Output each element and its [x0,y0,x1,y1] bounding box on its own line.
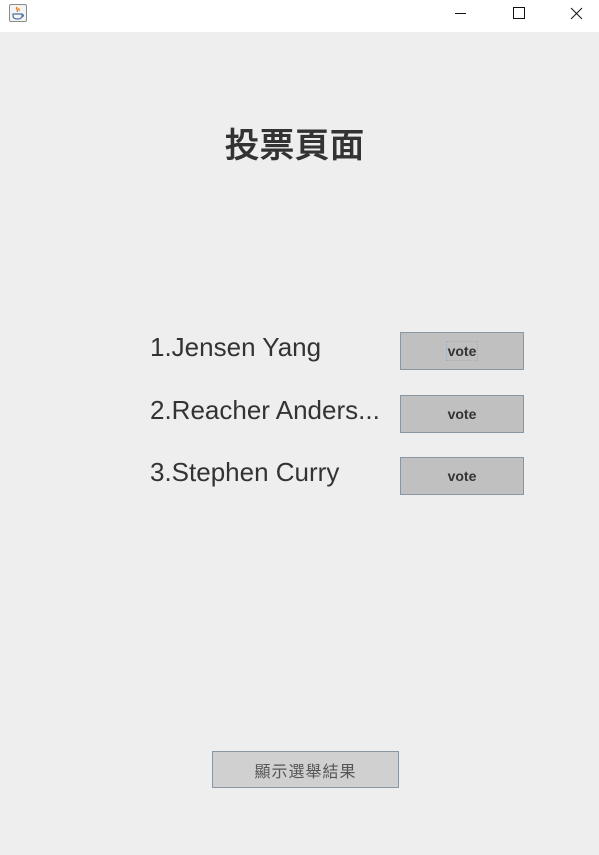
java-icon[interactable] [9,4,27,22]
minimize-button[interactable] [431,0,489,30]
show-results-button[interactable]: 顯示選舉結果 [212,751,399,788]
vote-button-3[interactable]: vote [400,457,524,495]
close-button[interactable] [547,0,599,30]
maximize-button[interactable] [489,0,547,30]
candidate-name-2: 2.Reacher Anders... [150,395,380,425]
page-title: 投票頁面 [225,126,365,166]
maximize-icon [513,7,525,19]
title-bar [0,0,599,32]
vote-button-label: vote [447,468,477,484]
vote-button-label: vote [447,406,477,422]
app-window: 投票頁面 1.Jensen Yang vote 2.Reacher Anders… [0,0,599,855]
vote-button-1[interactable]: vote [400,332,524,370]
close-icon [570,7,583,20]
vote-button-label: vote [445,341,479,361]
candidate-name-1: 1.Jensen Yang [150,332,322,362]
candidate-name-3: 3.Stephen Curry [150,457,340,487]
vote-button-2[interactable]: vote [400,395,524,433]
minimize-icon [455,13,466,14]
